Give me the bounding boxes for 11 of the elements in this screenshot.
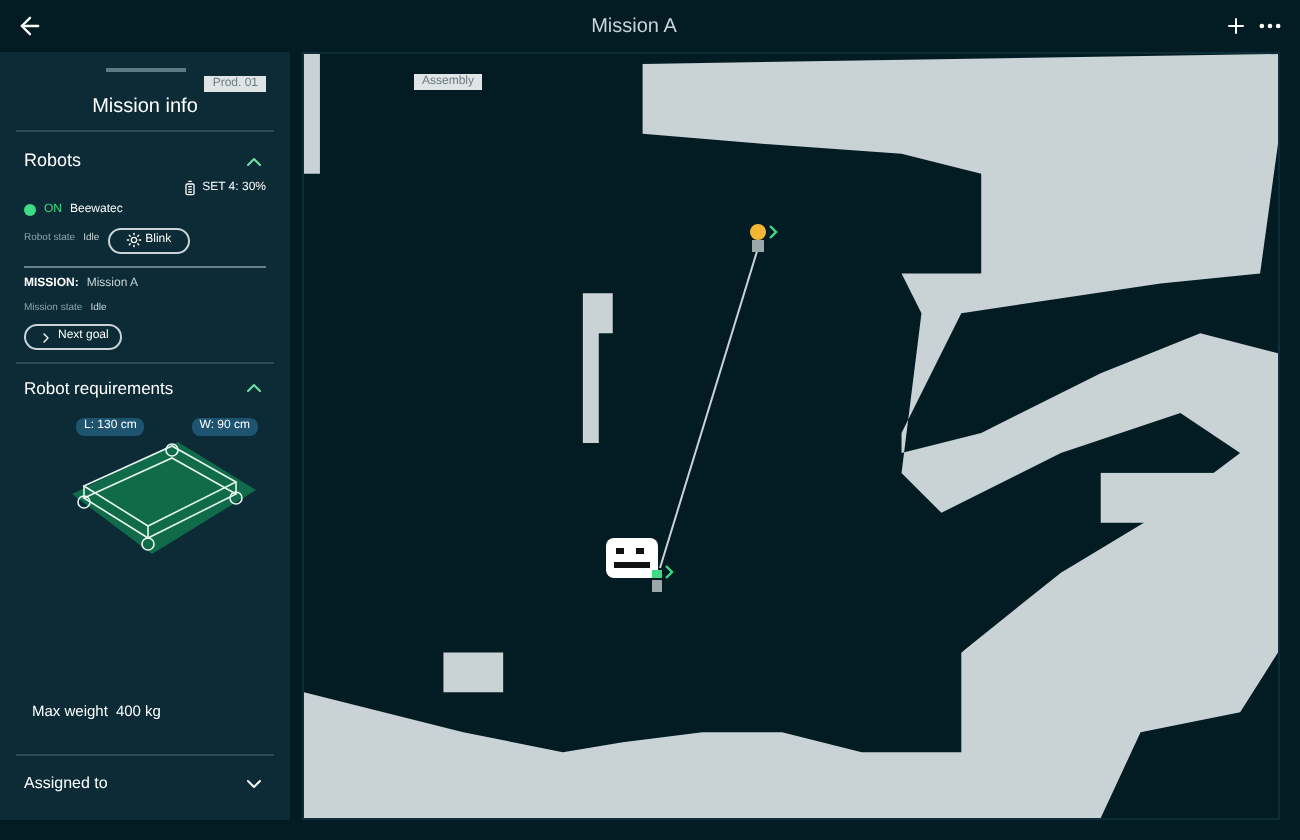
add-icon[interactable] — [1224, 14, 1248, 38]
section-title: Assigned to — [24, 772, 108, 796]
battery-icon — [182, 180, 199, 196]
goal-marker-icon — [748, 222, 780, 254]
panel-title: Mission info — [92, 94, 198, 122]
section-title: Robot requirements — [24, 376, 174, 402]
light-icon — [125, 232, 142, 248]
section-title: Robots — [24, 148, 82, 174]
back-icon[interactable] — [16, 12, 44, 40]
chevron-right-icon — [38, 329, 54, 345]
window-title: Mission A — [589, 13, 679, 41]
